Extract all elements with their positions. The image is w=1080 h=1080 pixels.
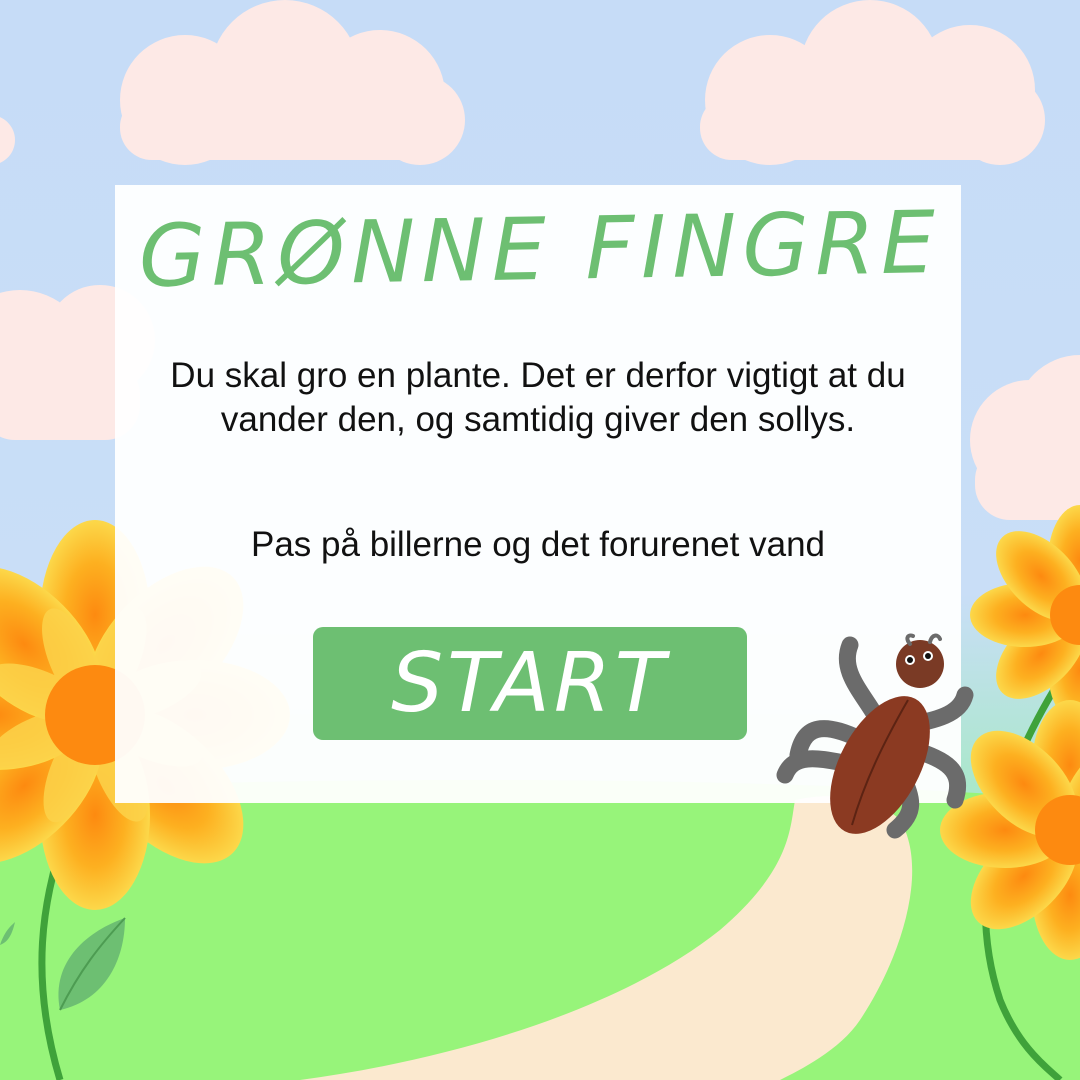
game-title: GRØNNE FINGRE: [138, 193, 942, 307]
instructions-text: Du skal gro en plante. Det er derfor vig…: [170, 356, 906, 439]
warning-text: Pas på billerne og det forurenet vand: [251, 525, 825, 564]
start-button[interactable]: START: [313, 627, 747, 740]
beetle-icon: [776, 633, 974, 839]
game-start-screen: GRØNNE FINGRE Du skal gro en plante. Det…: [0, 0, 1080, 1080]
